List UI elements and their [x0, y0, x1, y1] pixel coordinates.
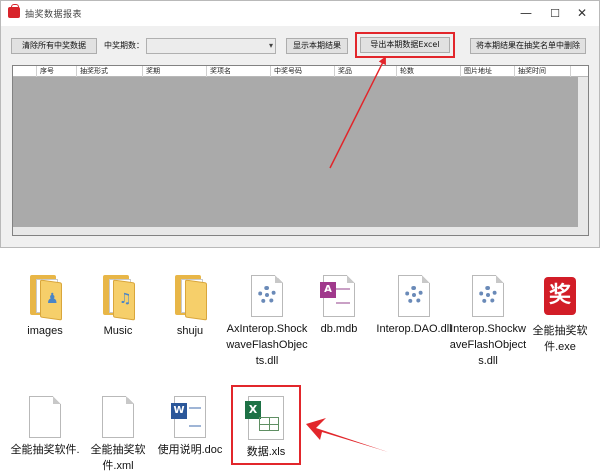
- arrow-to-export-button: [329, 56, 386, 169]
- annotation-arrows: [306, 56, 388, 452]
- arrow-to-excel-file: [306, 418, 388, 452]
